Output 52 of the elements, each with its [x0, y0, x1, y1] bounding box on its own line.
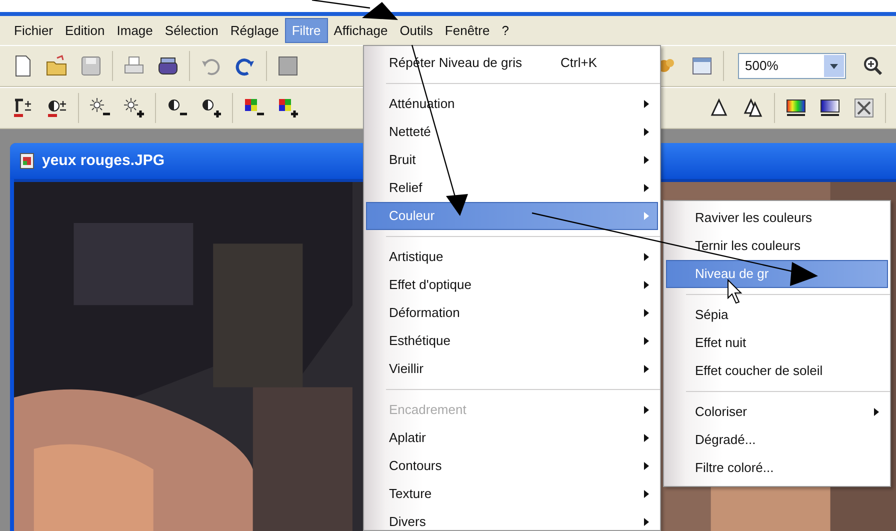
menu-item[interactable]: Coloriser: [666, 398, 888, 426]
menu-item[interactable]: Dégradé...: [666, 426, 888, 454]
menu-item[interactable]: Edition: [59, 19, 111, 42]
menu-item[interactable]: Sélection: [158, 19, 224, 42]
menu-item[interactable]: Réglage: [224, 19, 285, 42]
submenu-arrow-icon: [644, 156, 649, 164]
submenu-arrow-icon: [644, 184, 649, 192]
menu-item[interactable]: Fenêtre: [438, 19, 496, 42]
menu-item[interactable]: Texture: [366, 480, 658, 508]
menu-item[interactable]: Bruit: [366, 146, 658, 174]
submenu-arrow-icon: [644, 518, 649, 526]
shortcut-text: Ctrl+K: [560, 54, 597, 72]
submenu-arrow-icon: [644, 337, 649, 345]
menu-item[interactable]: Artistique: [366, 243, 658, 271]
submenu-arrow-icon: [644, 100, 649, 108]
submenu-arrow-icon: [644, 365, 649, 373]
menu-item[interactable]: Déformation: [366, 299, 658, 327]
submenu-arrow-icon: [874, 408, 879, 416]
submenu-arrow-icon: [644, 462, 649, 470]
submenu-arrow-icon: [644, 490, 649, 498]
menu-item[interactable]: Ternir les couleurs: [666, 232, 888, 260]
menu-item[interactable]: Effet d'optique: [366, 271, 658, 299]
menu-item[interactable]: ?: [496, 19, 515, 42]
menu-item[interactable]: Outils: [394, 19, 439, 42]
submenu-arrow-icon: [644, 253, 649, 261]
cursor-icon: [728, 278, 742, 304]
menu-item[interactable]: Effet coucher de soleil: [666, 357, 888, 385]
menu-item[interactable]: Filtre coloré...: [666, 454, 888, 482]
submenu-arrow-icon: [644, 434, 649, 442]
menu-item[interactable]: Contours: [366, 452, 658, 480]
submenu-arrow-icon: [644, 281, 649, 289]
menu-item[interactable]: Sépia: [666, 301, 888, 329]
menu-item[interactable]: Vieillir: [366, 355, 658, 383]
menu-item[interactable]: Aplatir: [366, 424, 658, 452]
submenu-arrow-icon: [644, 128, 649, 136]
submenu-arrow-icon: [644, 309, 649, 317]
menu-item[interactable]: Raviver les couleurs: [666, 204, 888, 232]
menu-item[interactable]: Relief: [366, 174, 658, 202]
menu-item[interactable]: Netteté: [366, 118, 658, 146]
dropdown-button[interactable]: [824, 55, 844, 77]
zoom-combo[interactable]: 500%: [738, 53, 846, 79]
menu-item[interactable]: Affichage: [328, 19, 394, 42]
submenu-arrow-icon: [644, 212, 649, 220]
menu-item[interactable]: Effet nuit: [666, 329, 888, 357]
menu-item[interactable]: Esthétique: [366, 327, 658, 355]
window-title: yeux rouges.JPG: [42, 150, 165, 171]
menu-item[interactable]: Divers: [366, 508, 658, 530]
submenu-arrow-icon: [644, 406, 649, 414]
document-icon: [20, 153, 34, 169]
menu-item[interactable]: Image: [110, 19, 159, 42]
menu-item[interactable]: Fichier: [8, 19, 60, 42]
caret-icon: [830, 64, 838, 68]
